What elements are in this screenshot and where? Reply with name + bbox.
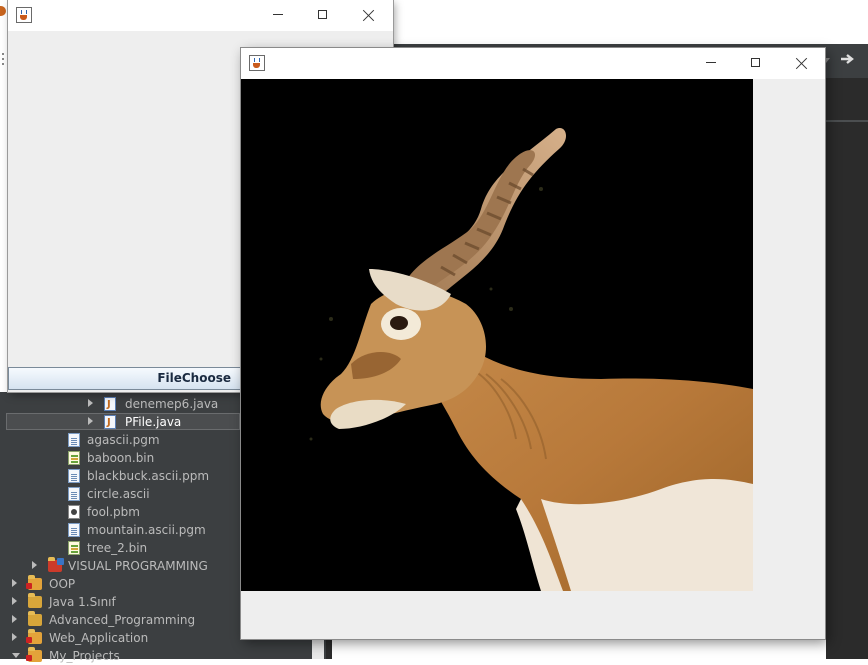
binary-file-icon <box>68 451 80 465</box>
toolbar-grip <box>0 50 6 70</box>
tree-item-label: My_Projects <box>49 649 120 663</box>
minimize-icon <box>706 62 716 63</box>
blackbuck-illustration <box>241 79 753 591</box>
close-button[interactable] <box>346 0 392 30</box>
java-file-icon <box>104 414 116 432</box>
minimize-icon <box>273 14 283 15</box>
minimize-button[interactable] <box>255 0 301 30</box>
close-icon <box>796 57 808 69</box>
java-app-icon <box>16 7 32 23</box>
text-file-icon <box>68 433 80 447</box>
expand-right-icon[interactable] <box>88 399 93 407</box>
maximize-button[interactable] <box>300 0 346 30</box>
tree-item-label: baboon.bin <box>87 451 155 465</box>
project-icon <box>48 557 64 572</box>
close-icon <box>363 9 375 21</box>
window-titlebar[interactable] <box>8 0 393 31</box>
project-icon <box>26 647 42 662</box>
text-file-icon <box>68 469 80 483</box>
filechoose-button[interactable]: FileChoose <box>8 367 241 390</box>
tree-item-label: denemep6.java <box>125 397 219 411</box>
minimize-button[interactable] <box>688 48 734 78</box>
expand-right-icon[interactable] <box>12 615 17 623</box>
close-button[interactable] <box>779 48 825 78</box>
tree-item-label: agascii.pgm <box>87 433 160 447</box>
project-icon <box>26 629 42 644</box>
tree-item-label: PFile.java <box>125 415 182 429</box>
text-file-icon <box>68 523 80 537</box>
tree-item-label: Web_Application <box>49 631 149 645</box>
blackbuck-image <box>241 79 753 591</box>
java-app-icon <box>249 55 265 71</box>
selection-highlight <box>6 413 240 430</box>
project-icon <box>28 611 42 626</box>
text-file-icon <box>68 487 80 501</box>
tree-item-label: VISUAL PROGRAMMING <box>68 559 208 573</box>
expand-down-icon[interactable] <box>12 653 20 658</box>
tree-item-label: tree_2.bin <box>87 541 148 555</box>
tree-item-label: OOP <box>49 577 76 591</box>
maximize-icon <box>318 10 327 19</box>
project-icon <box>26 575 42 590</box>
tree-item-label: fool.pbm <box>87 505 140 519</box>
tree-item-label: blackbuck.ascii.ppm <box>87 469 210 483</box>
project-icon <box>28 593 42 608</box>
maximize-icon <box>751 58 760 67</box>
expand-right-icon[interactable] <box>12 597 17 605</box>
expand-right-icon[interactable] <box>32 561 37 569</box>
tree-item[interactable]: My_Projects <box>0 647 310 665</box>
expand-right-icon[interactable] <box>12 633 17 641</box>
binary-file-icon <box>68 541 80 555</box>
editor-tab-line <box>826 120 868 122</box>
editor-pane[interactable] <box>826 78 868 659</box>
image-viewer-window <box>241 48 825 639</box>
tree-item-label: circle.ascii <box>87 487 150 501</box>
tree-item-label: Advanced_Programming <box>49 613 196 627</box>
java-file-icon <box>104 396 116 414</box>
maximize-button[interactable] <box>733 48 779 78</box>
tree-item-label: Java 1.Sınıf <box>49 595 116 609</box>
tree-item-label: mountain.ascii.pgm <box>87 523 206 537</box>
image-file-icon <box>68 505 80 519</box>
expand-right-icon[interactable] <box>12 579 17 587</box>
forward-arrow-icon[interactable] <box>840 52 856 66</box>
window-titlebar[interactable] <box>241 48 825 79</box>
expand-right-icon[interactable] <box>88 417 93 425</box>
